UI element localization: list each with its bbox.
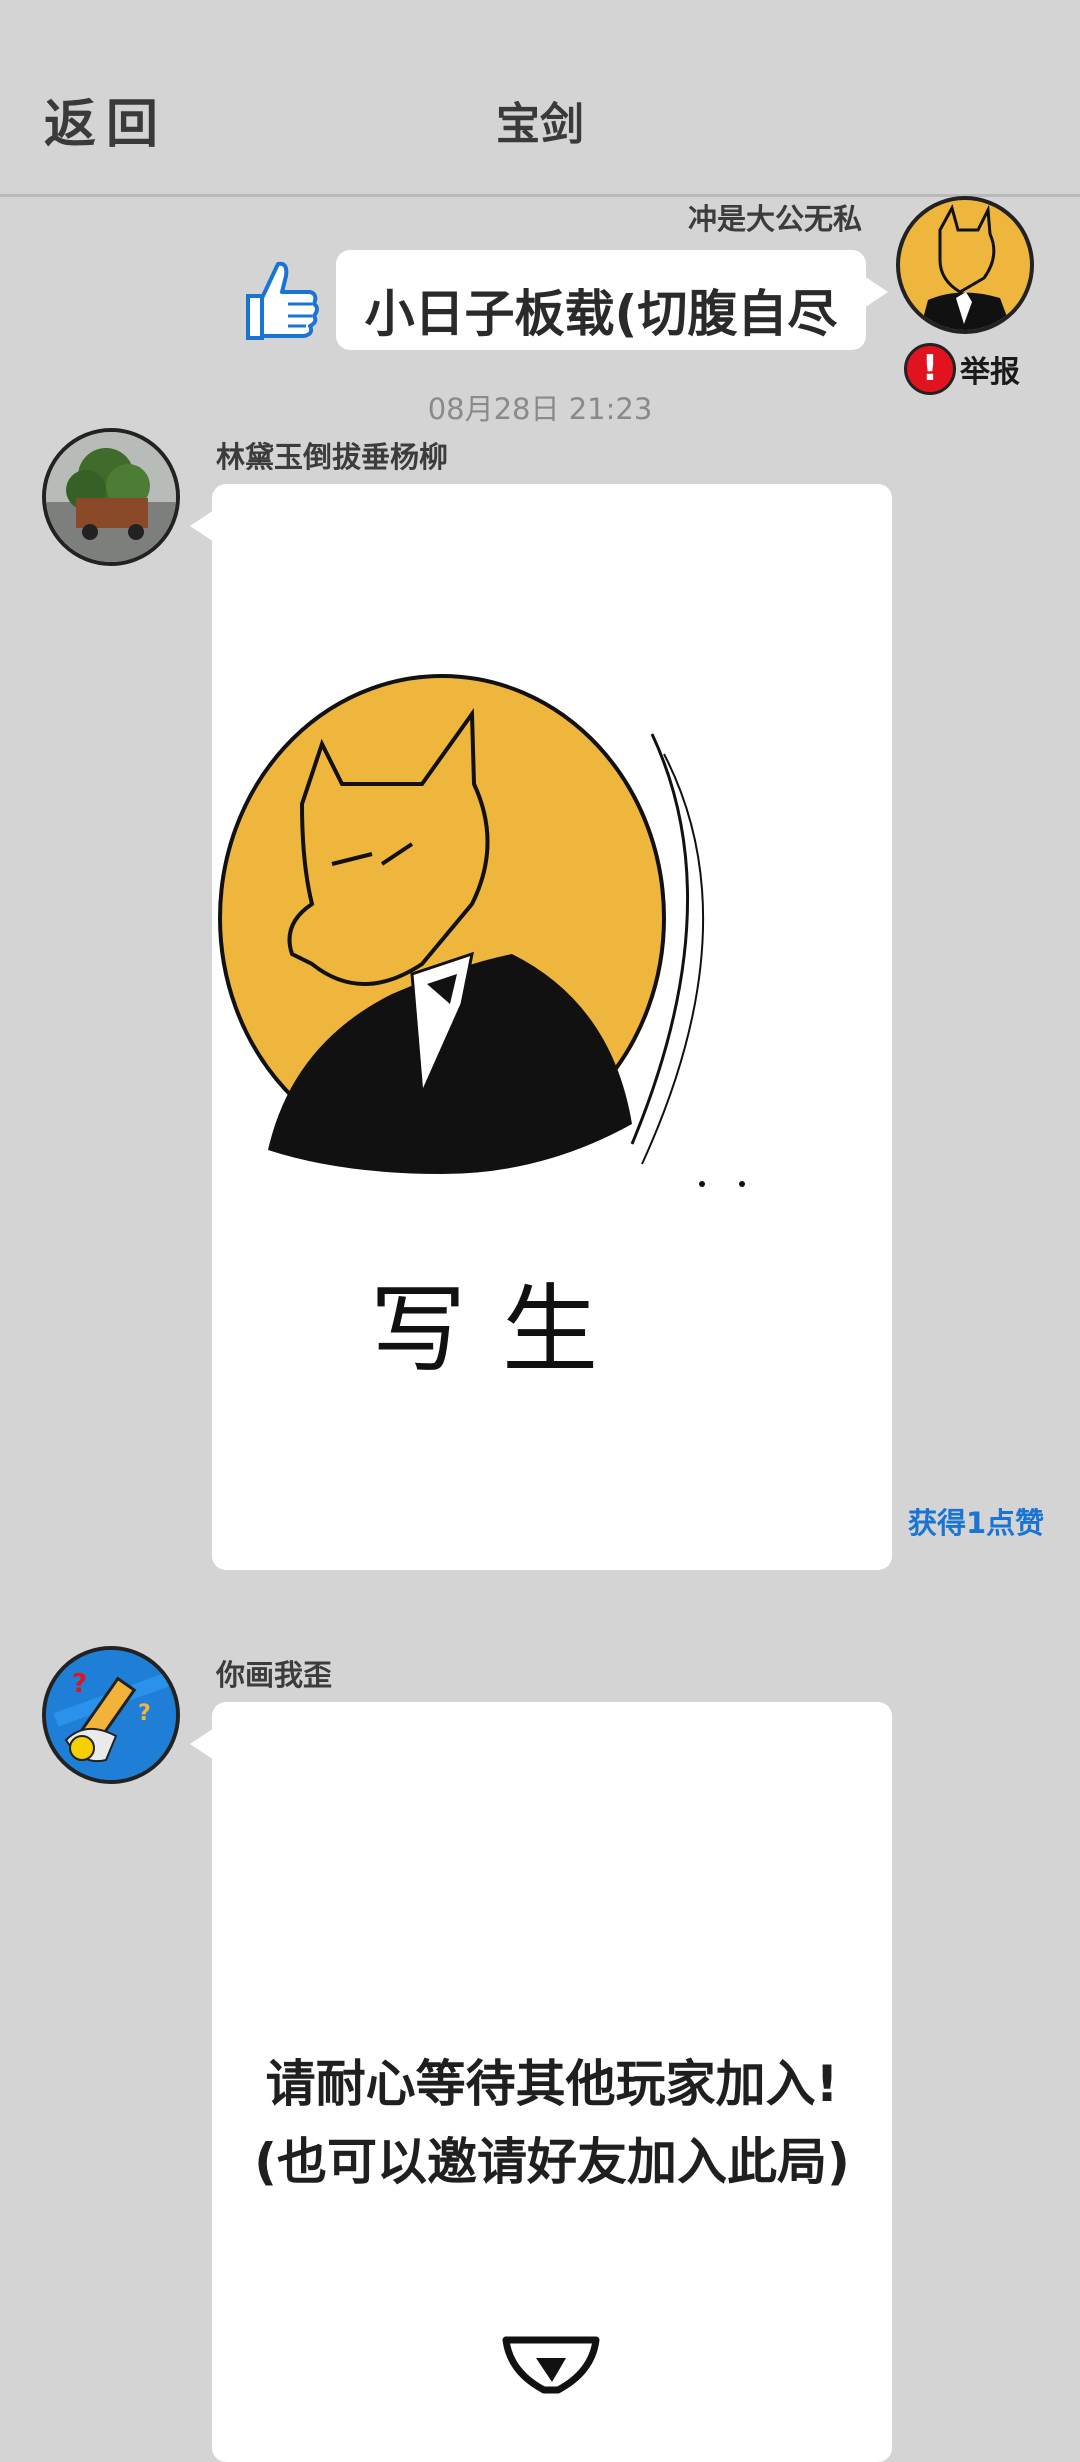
- avatar[interactable]: [42, 428, 180, 566]
- sender-name: 你画我歪: [216, 1658, 333, 1692]
- drawing-canvas: [218, 674, 745, 1187]
- timestamp: 08月28日 21:23: [427, 392, 653, 426]
- hourglass-icon: [502, 2336, 600, 2394]
- svg-text:?: ?: [138, 1701, 151, 1726]
- svg-text:?: ?: [72, 1669, 87, 1699]
- drawing-bubble[interactable]: 写生: [190, 484, 892, 1570]
- sender-name: 林黛玉倒拔垂杨柳: [216, 440, 449, 474]
- sender-name: 冲是大公无私: [687, 202, 862, 236]
- likes-count[interactable]: 获得1点赞: [908, 1500, 1044, 1542]
- wait-message: 请耐心等待其他玩家加入!: [265, 2055, 839, 2113]
- page-title: 宝剑: [496, 99, 584, 150]
- top-bar: 返回 宝剑: [0, 0, 1080, 197]
- report-label: 举报: [960, 355, 1020, 390]
- wait-invite-hint: (也可以邀请好友加入此局): [254, 2133, 850, 2191]
- message-bubble[interactable]: 小日子板载(切腹自尽: [336, 250, 888, 350]
- thumbs-up-icon[interactable]: [244, 258, 320, 342]
- avatar[interactable]: ? ?: [42, 1646, 180, 1784]
- message-text: 小日子板载(切腹自尽: [364, 285, 838, 343]
- waiting-bubble: 请耐心等待其他玩家加入! (也可以邀请好友加入此局): [190, 1702, 892, 2462]
- drawing-caption: 写生: [370, 1274, 634, 1386]
- avatar[interactable]: [896, 196, 1034, 334]
